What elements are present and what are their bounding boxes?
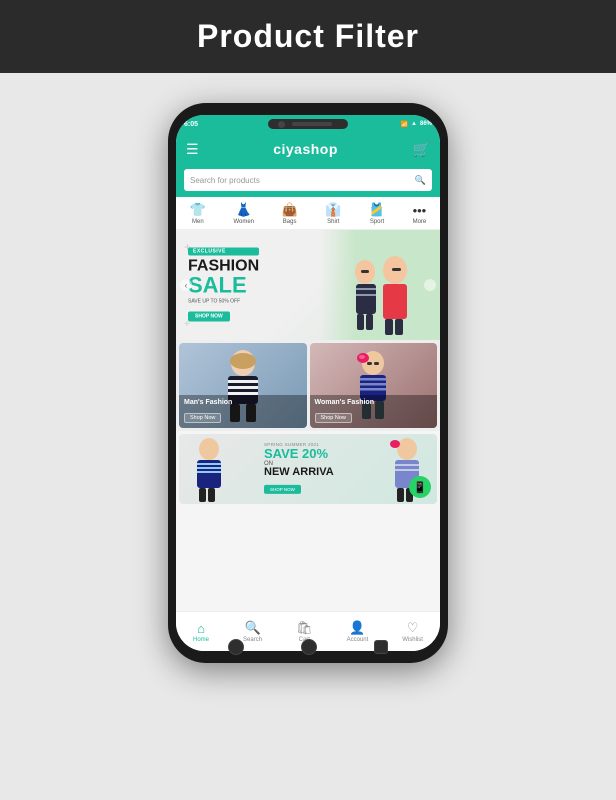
- cat-men[interactable]: 👕 Men: [190, 202, 206, 225]
- page-title: Product Filter: [0, 18, 616, 55]
- fashion-sale-banner: + + ‹ EXCLUSIVE FASHION SALE SAVE UP TO …: [176, 230, 440, 340]
- save-banner: SPRING SUMMER 2021 SAVE 20% ON NEW ARRIV…: [179, 434, 437, 504]
- cat-bags[interactable]: 👜 Bags: [282, 202, 298, 225]
- screen-content: + + ‹ EXCLUSIVE FASHION SALE SAVE UP TO …: [176, 230, 440, 611]
- cat-women-label: Women: [233, 219, 254, 225]
- men-icon: 👕: [190, 202, 206, 218]
- womens-fashion-card[interactable]: Woman's Fashion Shop Now: [310, 343, 438, 428]
- mens-card-title: Man's Fashion: [184, 399, 302, 406]
- fashion-cards-row: Man's Fashion Shop Now: [176, 340, 440, 431]
- save-arrivals-text: NEW ARRIVA: [264, 467, 334, 478]
- cat-more-label: More: [413, 219, 427, 225]
- shirt-icon: 👔: [325, 202, 341, 218]
- account-icon: 👤: [349, 620, 365, 636]
- more-icon: •••: [413, 203, 427, 218]
- speaker-bar: [292, 122, 332, 126]
- women-icon: 👗: [236, 202, 252, 218]
- whatsapp-button[interactable]: 📱: [409, 476, 431, 498]
- nav-wishlist[interactable]: ♡ Wishlist: [402, 620, 423, 643]
- mens-shop-btn[interactable]: Shop Now: [184, 413, 221, 423]
- nav-home[interactable]: ⌂ Home: [193, 621, 209, 643]
- banner-svg: [330, 240, 430, 340]
- cat-sport-label: Sport: [370, 219, 384, 225]
- mens-fashion-card[interactable]: Man's Fashion Shop Now: [179, 343, 307, 428]
- womens-card-overlay: Woman's Fashion Shop Now: [310, 395, 438, 428]
- page-header: Product Filter: [0, 0, 616, 73]
- home-icon: ⌂: [197, 621, 205, 636]
- wifi-icon: 📶: [401, 121, 408, 128]
- cart-icon[interactable]: 🛒: [413, 141, 430, 158]
- banner-subtitle: SAVE UP TO 50% OFF: [188, 299, 259, 305]
- category-bar: 👕 Men 👗 Women 👜 Bags 👔 Shirt 🎽 Sp: [176, 197, 440, 230]
- search-input[interactable]: Search for products 🔍: [184, 169, 432, 191]
- brand-logo: ciyashop: [273, 141, 338, 157]
- phone-outer: 6:05 📶 ▲ 86% ☰ ciyashop 🛒 Search for pro…: [168, 103, 448, 663]
- cat-more[interactable]: ••• More: [413, 203, 427, 225]
- phone-mockup: 6:05 📶 ▲ 86% ☰ ciyashop 🛒 Search for pro…: [168, 103, 448, 663]
- phone-screen: 6:05 📶 ▲ 86% ☰ ciyashop 🛒 Search for pro…: [176, 115, 440, 651]
- bags-icon: 👜: [282, 202, 298, 218]
- top-nav: ☰ ciyashop 🛒: [176, 133, 440, 165]
- cat-bags-label: Bags: [283, 219, 297, 225]
- womens-shop-btn[interactable]: Shop Now: [315, 413, 352, 423]
- search-bar-container: Search for products 🔍: [176, 165, 440, 197]
- whatsapp-icon: 📱: [413, 481, 427, 494]
- phone-bottom-bar: [228, 639, 388, 655]
- cat-men-label: Men: [192, 219, 204, 225]
- cat-sport[interactable]: 🎽 Sport: [369, 202, 385, 225]
- save-banner-svg: [179, 434, 259, 504]
- camera-dot: [278, 121, 285, 128]
- recents-button[interactable]: [374, 640, 388, 654]
- banner-nav-left[interactable]: ‹: [180, 279, 192, 291]
- banner-nav-right[interactable]: [424, 279, 436, 291]
- status-icons: 📶 ▲ 86%: [401, 121, 432, 128]
- save-shop-btn[interactable]: SHOP NOW: [264, 485, 301, 494]
- menu-icon[interactable]: ☰: [186, 141, 199, 158]
- cart-nav-icon: 🛍: [296, 620, 313, 636]
- save-big-text: SAVE 20%: [264, 447, 334, 461]
- banner-text: EXCLUSIVE FASHION SALE SAVE UP TO 50% OF…: [188, 248, 259, 323]
- nav-home-label: Home: [193, 637, 209, 643]
- cat-women[interactable]: 👗 Women: [233, 202, 254, 225]
- mens-card-overlay: Man's Fashion Shop Now: [179, 395, 307, 428]
- banner-shop-btn[interactable]: SHOP NOW: [188, 312, 230, 322]
- search-icon: 🔍: [415, 175, 426, 186]
- save-text-block: SPRING SUMMER 2021 SAVE 20% ON NEW ARRIV…: [264, 442, 334, 496]
- battery-icon: 86%: [420, 121, 432, 127]
- sport-icon: 🎽: [369, 202, 385, 218]
- home-button[interactable]: [301, 639, 317, 655]
- signal-icon: ▲: [411, 121, 417, 127]
- banner-exclusive-tag: EXCLUSIVE: [188, 248, 259, 256]
- search-nav-icon: 🔍: [244, 620, 260, 636]
- phone-top-bar: [268, 119, 348, 129]
- banner-person-illustration: [320, 230, 440, 340]
- nav-wishlist-label: Wishlist: [402, 637, 423, 643]
- back-button[interactable]: [228, 639, 244, 655]
- womens-card-title: Woman's Fashion: [315, 399, 433, 406]
- cat-shirt[interactable]: 👔 Shirt: [325, 202, 341, 225]
- cat-shirt-label: Shirt: [327, 219, 339, 225]
- banner-sale: SALE: [188, 275, 259, 297]
- status-time: 6:05: [184, 121, 198, 128]
- search-placeholder: Search for products: [190, 176, 260, 185]
- wishlist-icon: ♡: [407, 620, 419, 636]
